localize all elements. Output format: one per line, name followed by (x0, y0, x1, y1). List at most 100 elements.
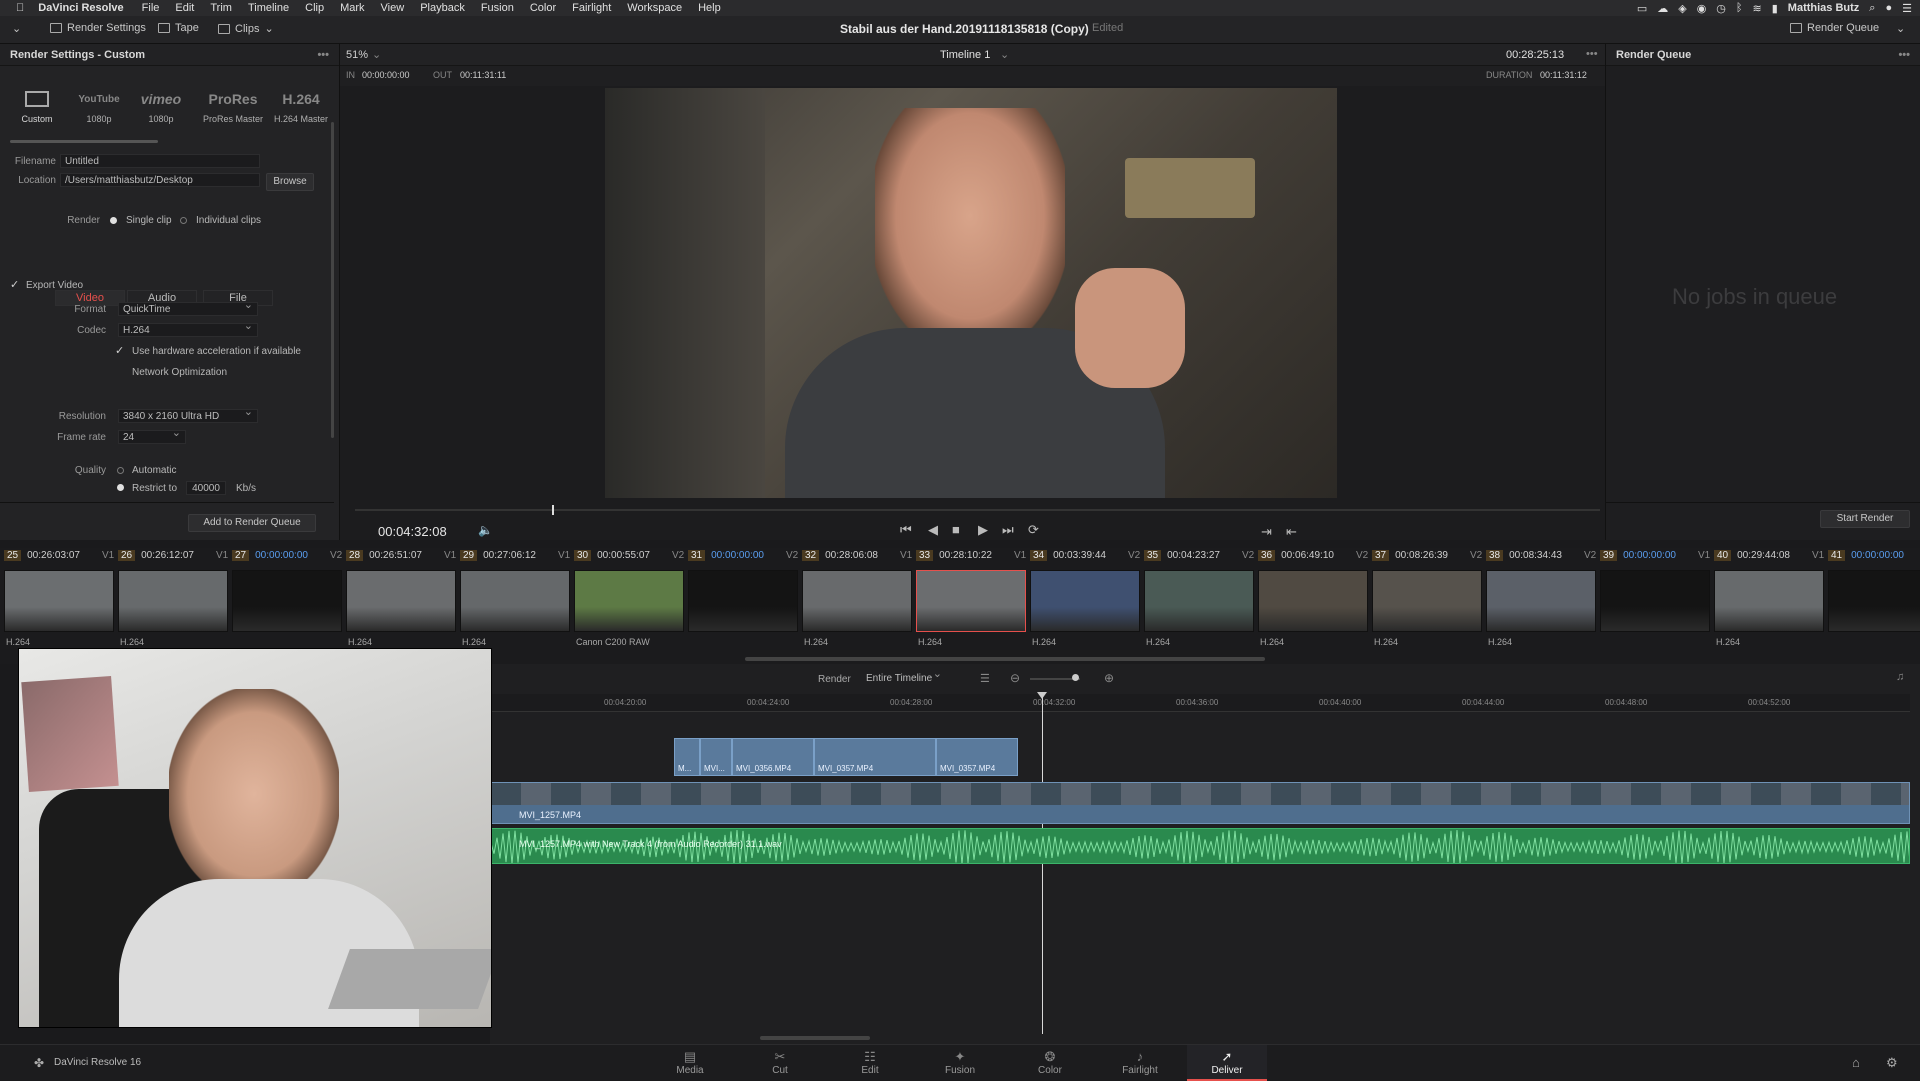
timeline-chevron-icon[interactable]: ⌄ (1000, 48, 1009, 61)
export-video-checkbox[interactable]: ✓ (10, 278, 19, 291)
timeline-scrollbar[interactable] (760, 1036, 870, 1040)
go-to-end-icon[interactable]: ⏭ (1002, 522, 1014, 538)
clip-thumbnail[interactable] (1144, 570, 1254, 632)
nav-media[interactable]: ▤ Media (650, 1049, 730, 1076)
individual-clips-radio[interactable] (180, 217, 187, 224)
nav-color[interactable]: ❂ Color (1010, 1049, 1090, 1076)
render-range-select[interactable]: Entire Timeline (862, 669, 946, 686)
zoom-level[interactable]: 51% (346, 49, 368, 61)
next-frame-icon[interactable]: ⇤ (1286, 524, 1297, 540)
play-reverse-icon[interactable]: ◀ (928, 522, 938, 538)
record-icon[interactable]: ◉ (1697, 2, 1707, 15)
prev-frame-icon[interactable]: ⇥ (1261, 524, 1272, 540)
menu-mark[interactable]: Mark (340, 2, 364, 14)
presets-scrollbar[interactable] (10, 140, 158, 143)
menu-fusion[interactable]: Fusion (481, 2, 514, 14)
menu-color[interactable]: Color (530, 2, 556, 14)
clip-thumbnail[interactable] (1258, 570, 1368, 632)
clip-thumbnail[interactable] (1372, 570, 1482, 632)
panel-toggle-icon[interactable]: ⌄ (12, 22, 21, 35)
clip-v1[interactable]: MVI_1257.MP4 (490, 782, 1910, 824)
cloud-icon[interactable]: ☁ (1657, 2, 1668, 15)
menu-workspace[interactable]: Workspace (627, 2, 682, 14)
menu-help[interactable]: Help (698, 2, 721, 14)
clip-thumbnail[interactable] (1714, 570, 1824, 632)
settings-scrollbar[interactable] (331, 122, 334, 438)
queue-more-icon[interactable]: ••• (1898, 49, 1910, 61)
clip-thumbnail[interactable] (916, 570, 1026, 632)
settings-gear-icon[interactable]: ⚙ (1886, 1055, 1898, 1071)
scrubber-track[interactable] (355, 509, 1600, 511)
clip-thumbnail[interactable] (232, 570, 342, 632)
screen-icon[interactable]: ▭ (1637, 2, 1647, 15)
add-to-render-queue-button[interactable]: Add to Render Queue (188, 514, 316, 532)
menu-view[interactable]: View (381, 2, 405, 14)
zoom-slider-handle[interactable] (1072, 674, 1079, 681)
clip-v2[interactable]: MVI... (700, 738, 732, 776)
timeline-view-icon[interactable]: ☰ (980, 672, 990, 685)
menu-fairlight[interactable]: Fairlight (572, 2, 611, 14)
clip-thumbnail[interactable] (1486, 570, 1596, 632)
clip-thumbnail[interactable] (4, 570, 114, 632)
clip-thumbnail[interactable] (688, 570, 798, 632)
menu-app-name[interactable]: DaVinci Resolve (38, 2, 123, 14)
clip-thumbnail[interactable] (460, 570, 570, 632)
clip-v2[interactable]: MVI_0356.MP4 (732, 738, 814, 776)
zoom-in-icon[interactable]: ⊕ (1104, 671, 1114, 685)
format-select[interactable]: QuickTime (118, 300, 258, 316)
menu-clip[interactable]: Clip (305, 2, 324, 14)
bluetooth-icon[interactable]: ᛒ (1736, 2, 1743, 14)
user-name[interactable]: Matthias Butz (1788, 2, 1860, 14)
clip-v2[interactable]: MVI_0357.MP4 (814, 738, 936, 776)
hw-accel-checkbox[interactable]: ✓ (115, 344, 124, 357)
loop-icon[interactable]: ⟳ (1028, 522, 1039, 538)
siri-icon[interactable]: ● (1885, 2, 1892, 14)
clips-strip-scrollbar[interactable] (745, 657, 1265, 661)
menu-file[interactable]: File (142, 2, 160, 14)
restrict-radio[interactable] (117, 484, 124, 491)
clip-v2[interactable]: MVI_0357.MP4 (936, 738, 1018, 776)
more-options-icon[interactable]: ••• (317, 49, 329, 61)
preset-custom[interactable]: Custom (6, 84, 68, 124)
dropbox-icon[interactable]: ◈ (1678, 2, 1686, 15)
home-icon[interactable]: ⌂ (1852, 1055, 1860, 1070)
zoom-chevron-icon[interactable]: ⌄ (372, 48, 381, 61)
preset-youtube[interactable]: YouTube 1080p (68, 84, 130, 125)
preset-vimeo[interactable]: vimeo 1080p (130, 84, 192, 124)
audio-meter-icon[interactable]: ♫ (1896, 671, 1904, 683)
clip-thumbnail[interactable] (802, 570, 912, 632)
nav-cut[interactable]: ✂ Cut (740, 1049, 820, 1076)
clip-thumbnail[interactable] (574, 570, 684, 632)
go-to-start-icon[interactable]: ⏮ (900, 522, 912, 538)
framerate-select[interactable]: 24 (118, 428, 186, 444)
scrubber-playhead[interactable] (552, 505, 554, 515)
nav-deliver[interactable]: ➚ Deliver (1187, 1045, 1267, 1081)
location-input[interactable]: /Users/matthiasbutz/Desktop (60, 173, 260, 187)
time-machine-icon[interactable]: ◷ (1716, 2, 1726, 15)
timeline-name[interactable]: Timeline 1 (940, 49, 990, 61)
codec-select[interactable]: H.264 (118, 321, 258, 337)
clip-thumbnail[interactable] (1600, 570, 1710, 632)
collapse-queue-icon[interactable]: ⌄ (1896, 22, 1905, 35)
clips-button[interactable]: Clips ⌄ (218, 22, 274, 35)
wifi-icon[interactable]: ≋ (1753, 2, 1762, 15)
stop-icon[interactable]: ■ (952, 522, 960, 537)
resolution-select[interactable]: 3840 x 2160 Ultra HD (118, 407, 258, 423)
viewer-more-icon[interactable]: ••• (1586, 48, 1598, 60)
clip-thumbnail[interactable] (1030, 570, 1140, 632)
apple-icon[interactable]:  (16, 2, 24, 14)
video-frame[interactable] (605, 88, 1337, 498)
menu-playback[interactable]: Playback (420, 2, 465, 14)
menu-timeline[interactable]: Timeline (248, 2, 289, 14)
nav-edit[interactable]: ☷ Edit (830, 1049, 910, 1076)
nav-fairlight[interactable]: ♪ Fairlight (1100, 1049, 1180, 1076)
filename-input[interactable]: Untitled (60, 154, 260, 168)
clip-thumbnail[interactable] (346, 570, 456, 632)
preset-h264[interactable]: H.264 H.264 Master (270, 84, 332, 124)
zoom-out-icon[interactable]: ⊖ (1010, 671, 1020, 685)
notification-center-icon[interactable]: ☰ (1902, 2, 1912, 15)
clip-a1[interactable]: MVI_1257.MP4 with New Track 4 (from Audi… (490, 828, 1910, 864)
automatic-radio[interactable] (117, 467, 124, 474)
bitrate-input[interactable]: 40000 (186, 481, 226, 495)
timeline-ruler[interactable]: 00:04:20:00 00:04:24:00 00:04:28:00 00:04:3… (490, 694, 1910, 712)
